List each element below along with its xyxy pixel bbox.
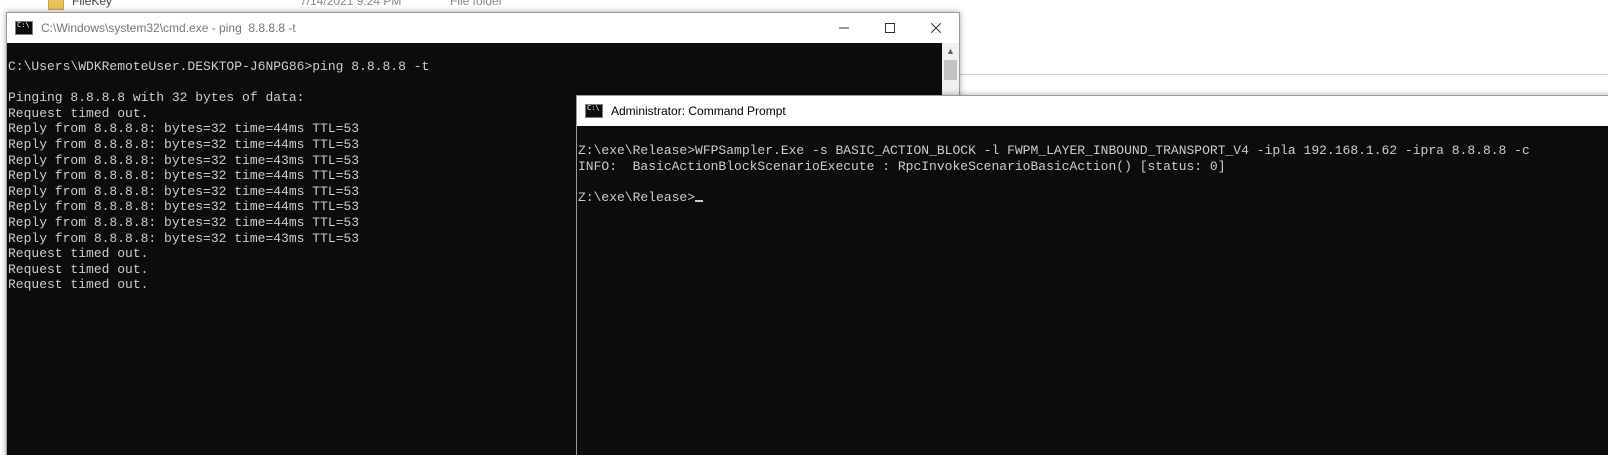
minimize-icon	[839, 27, 849, 29]
console-line: INFO: BasicActionBlockScenarioExecute : …	[578, 158, 1226, 174]
admin-cmd-window[interactable]: Administrator: Command Prompt Z:\exe\Rel…	[576, 95, 1608, 455]
close-button[interactable]	[913, 13, 959, 43]
scroll-up-arrow-icon[interactable]: ▲	[946, 46, 955, 56]
maximize-icon	[885, 23, 895, 33]
explorer-item-name: FileKey	[72, 0, 113, 8]
window-controls	[821, 13, 959, 43]
close-icon	[931, 23, 941, 33]
cmd-app-icon	[15, 21, 33, 35]
ping-window-titlebar[interactable]: C:\Windows\system32\cmd.exe - ping 8.8.8…	[7, 13, 959, 43]
minimize-button[interactable]	[821, 13, 867, 43]
desktop: FileKey 7/14/2021 9:24 PM File folder C:…	[0, 0, 1608, 455]
admin-console-output[interactable]: Z:\exe\Release>WFPSampler.Exe -s BASIC_A…	[577, 126, 1608, 455]
console-prompt: Z:\exe\Release>	[578, 189, 696, 205]
admin-window-title: Administrator: Command Prompt	[611, 104, 786, 118]
explorer-item-date: 7/14/2021 9:24 PM	[300, 0, 402, 8]
ping-window-title: C:\Windows\system32\cmd.exe - ping 8.8.8…	[41, 21, 296, 35]
explorer-item-type: File folder	[450, 0, 503, 8]
scrollbar-thumb[interactable]	[944, 60, 957, 80]
console-line: C:\Users\WDKRemoteUser.DESKTOP-J6NPG86>p…	[8, 59, 430, 74]
admin-window-titlebar[interactable]: Administrator: Command Prompt	[577, 96, 1608, 126]
console-prompt-line[interactable]: Z:\exe\Release>	[578, 190, 1608, 206]
console-line: Z:\exe\Release>WFPSampler.Exe -s BASIC_A…	[578, 143, 1530, 158]
maximize-button[interactable]	[867, 13, 913, 43]
text-cursor	[695, 199, 704, 202]
cmd-app-icon	[585, 104, 603, 118]
folder-icon	[48, 0, 64, 10]
background-window-edge	[958, 74, 1608, 75]
